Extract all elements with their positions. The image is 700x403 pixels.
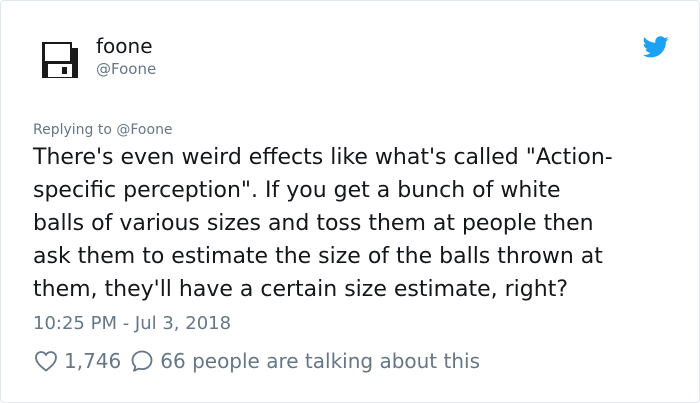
heart-icon[interactable] [34,350,58,372]
tweet-card: foone @Foone Replying to @Foone There's … [0,0,700,403]
replying-to: Replying to @Foone [33,122,173,138]
like-count[interactable]: 1,746 [64,349,121,373]
tweet-line: specific perception". If you get a bunch… [33,178,561,203]
engagement-bar: 1,746 66 people are talking about this [34,347,480,375]
tweet-line: There's even weird effects like what's c… [33,145,613,170]
tweet-timestamp[interactable]: 10:25 PM - Jul 3, 2018 [33,312,231,336]
floppy-disk-icon[interactable] [41,41,79,79]
user-name[interactable]: foone [96,34,153,58]
tweet-line: them, they'll have a certain size estima… [33,277,569,302]
talking-about-link[interactable]: 66 people are talking about this [160,349,480,373]
speech-bubble-icon[interactable] [130,349,154,373]
tweet-line: ask them to estimate the size of the bal… [33,244,603,269]
tweet-text: There's even weird effects like what's c… [33,141,683,306]
twitter-bird-icon[interactable] [642,36,669,58]
tweet-line: balls of various sizes and toss them at … [33,211,594,236]
user-handle[interactable]: @Foone [96,59,156,79]
